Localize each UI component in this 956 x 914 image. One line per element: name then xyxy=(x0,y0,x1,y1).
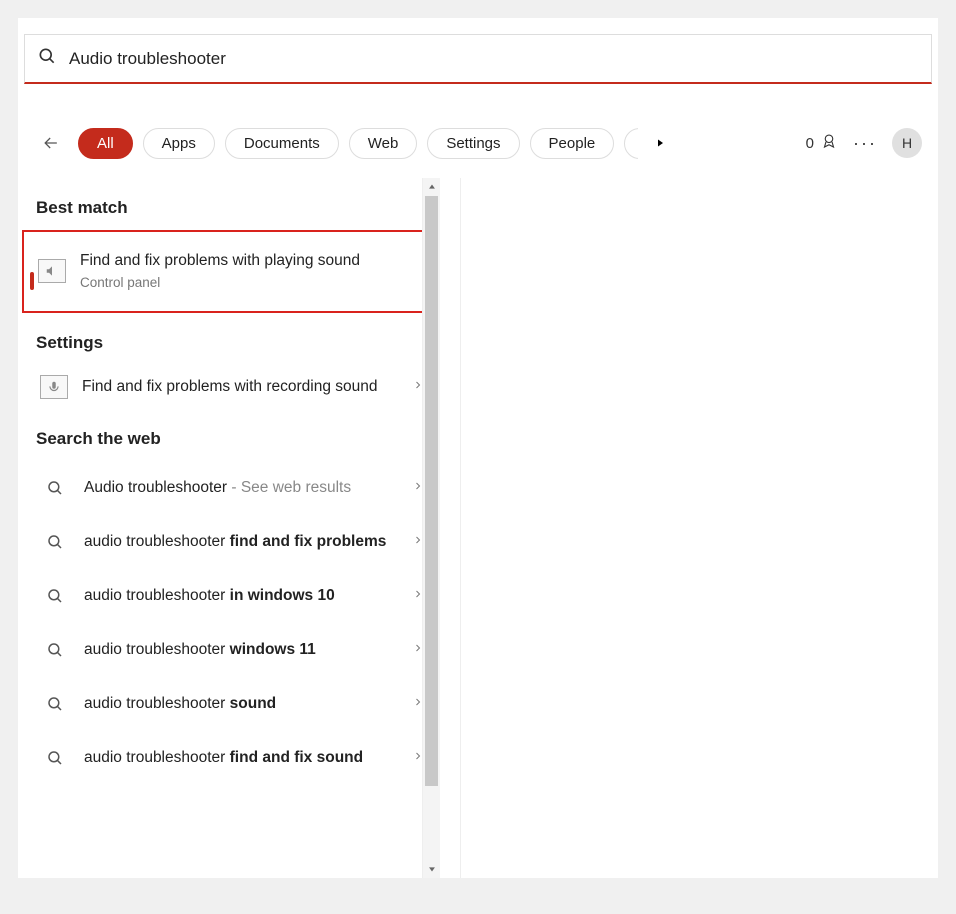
avatar-letter: H xyxy=(902,135,912,151)
web-result-text: audio troubleshooter find and fix sound xyxy=(84,747,398,769)
rewards-points[interactable]: 0 xyxy=(806,132,838,154)
speaker-troubleshoot-icon xyxy=(38,259,66,283)
settings-result[interactable]: Find and fix problems with recording sou… xyxy=(36,365,438,409)
filter-pill-documents[interactable]: Documents xyxy=(225,128,339,159)
search-icon xyxy=(40,743,70,773)
filter-pill-folders[interactable]: Folde xyxy=(624,128,638,159)
web-result[interactable]: Audio troubleshooter - See web results xyxy=(36,461,438,515)
web-result-text: audio troubleshooter in windows 10 xyxy=(84,585,398,607)
more-options-button[interactable]: ··· xyxy=(848,126,882,160)
best-match-title: Find and fix problems with playing sound xyxy=(80,252,360,269)
settings-result-title: Find and fix problems with recording sou… xyxy=(82,378,378,395)
search-input[interactable] xyxy=(69,49,919,69)
search-icon xyxy=(40,635,70,665)
filter-row: All Apps Documents Web Settings People Folde 0… xyxy=(24,114,932,172)
web-result-text: audio troubleshooter windows 11 xyxy=(84,639,398,661)
scroll-thumb[interactable] xyxy=(425,196,438,786)
search-icon xyxy=(40,527,70,557)
web-result-text: Audio troubleshooter - See web results xyxy=(84,477,398,499)
web-result[interactable]: audio troubleshooter in windows 10 xyxy=(36,569,438,623)
scroll-down-icon[interactable] xyxy=(423,860,440,878)
filter-pill-web[interactable]: Web xyxy=(349,128,418,159)
back-button[interactable] xyxy=(34,126,68,160)
results-panel: Best match Find and fix problems with pl… xyxy=(18,178,438,878)
filter-pill-apps[interactable]: Apps xyxy=(143,128,215,159)
web-result[interactable]: audio troubleshooter windows 11 xyxy=(36,623,438,677)
points-value: 0 xyxy=(806,135,814,152)
microphone-troubleshoot-icon xyxy=(40,375,68,399)
selection-indicator xyxy=(30,272,34,290)
preview-panel xyxy=(460,178,938,878)
search-icon xyxy=(37,46,57,71)
scrollbar[interactable] xyxy=(422,178,440,878)
filter-pill-people[interactable]: People xyxy=(530,128,615,159)
scroll-up-icon[interactable] xyxy=(423,178,440,196)
search-icon xyxy=(40,689,70,719)
filter-pill-all[interactable]: All xyxy=(78,128,133,159)
section-best-match: Best match xyxy=(36,198,438,218)
web-result-text: audio troubleshooter find and fix proble… xyxy=(84,531,398,553)
section-web: Search the web xyxy=(36,429,438,449)
medal-icon xyxy=(820,132,838,154)
search-icon xyxy=(40,581,70,611)
web-result-text: audio troubleshooter sound xyxy=(84,693,398,715)
web-result[interactable]: audio troubleshooter find and fix sound xyxy=(36,731,438,785)
search-icon xyxy=(40,473,70,503)
section-settings: Settings xyxy=(36,333,438,353)
best-match-result[interactable]: Find and fix problems with playing sound… xyxy=(22,230,428,313)
web-result[interactable]: audio troubleshooter sound xyxy=(36,677,438,731)
best-match-subtitle: Control panel xyxy=(80,274,416,293)
web-result[interactable]: audio troubleshooter find and fix proble… xyxy=(36,515,438,569)
avatar[interactable]: H xyxy=(892,128,922,158)
filter-pill-settings[interactable]: Settings xyxy=(427,128,519,159)
search-bar[interactable] xyxy=(24,34,932,84)
filter-scroll-right[interactable] xyxy=(648,137,672,149)
